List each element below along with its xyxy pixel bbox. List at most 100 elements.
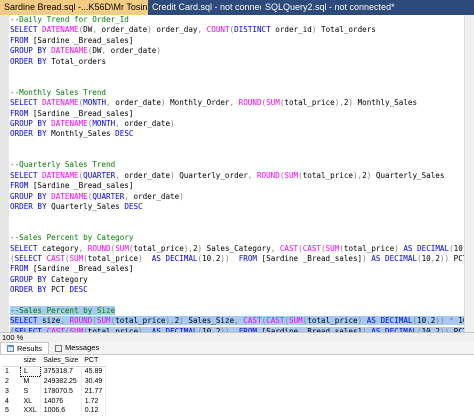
- code-token: SUM: [266, 98, 280, 108]
- code-line[interactable]: --Sales Percent by Category: [10, 233, 474, 243]
- code-token: GROUP BY: [10, 191, 52, 201]
- tab-sardine-bread[interactable]: Sardine Bread.sql -...K56D\Mr Tosin (56)…: [0, 0, 148, 15]
- code-token: 10: [453, 243, 463, 253]
- code-line[interactable]: FROM [Sardine _Bread_sales]: [10, 109, 474, 119]
- code-token: ): [160, 98, 171, 108]
- code-line[interactable]: GROUP BY DATENAME(QUARTER, order_date): [10, 192, 474, 202]
- code-token: ,: [115, 170, 125, 180]
- vertical-scrollbar[interactable]: [464, 15, 474, 332]
- code-line[interactable]: --Daily Trend for Order_Id: [10, 15, 474, 25]
- tab-sqlquery2[interactable]: SQLQuery2.sql - not connected* ⊗: [261, 0, 399, 15]
- column-header[interactable]: Sales_Size: [40, 356, 82, 367]
- code-line[interactable]: GROUP BY DATENAME(DW, order_date): [10, 46, 474, 56]
- size-cell[interactable]: S: [20, 386, 41, 397]
- table-row[interactable]: 2 M 249382.25 30.49: [2, 376, 107, 387]
- table-row[interactable]: 1 L 375318.7 45.89: [2, 365, 107, 378]
- code-token: ROUND: [87, 243, 111, 253]
- code-token: CAST: [279, 243, 299, 253]
- code-token: DW: [83, 25, 93, 35]
- code-token: DATENAME: [42, 170, 79, 180]
- sales-size-cell[interactable]: 178070.5: [40, 386, 82, 397]
- results-grid[interactable]: size Sales_Size PCT 1 L 375318.7 45.89 2…: [2, 356, 107, 416]
- code-line[interactable]: SELECT category, ROUND(SUM(total_price),…: [10, 244, 474, 254]
- code-line[interactable]: --Monthly Sales Trend: [10, 88, 474, 98]
- table-row[interactable]: 3 S 178070.5 21.77: [2, 386, 107, 397]
- code-token: ROUND: [238, 98, 262, 108]
- code-token: [Sardine _Bread_sales]: [261, 253, 363, 263]
- code-token: order_id: [275, 25, 312, 35]
- results-header: size Sales_Size PCT: [2, 356, 106, 367]
- column-header[interactable]: size: [20, 356, 41, 367]
- code-line[interactable]: [10, 140, 474, 150]
- code-token: GROUP BY: [10, 46, 52, 56]
- code-area[interactable]: --Daily Trend for Order_Id SELECT DATENAM…: [10, 15, 474, 332]
- code-token: AS DECIMAL: [151, 253, 198, 263]
- code-line[interactable]: [10, 296, 474, 306]
- tab-label: Results: [17, 343, 43, 353]
- code-line[interactable]: ORDER BY Monthly_Sales DESC: [10, 129, 474, 139]
- code-line[interactable]: [10, 212, 474, 222]
- tab-results[interactable]: Results: [0, 342, 50, 354]
- code-line[interactable]: FROM [Sardine _Bread_sales]: [10, 264, 474, 274]
- code-line[interactable]: SELECT size, ROUND(SUM(total_price),2) S…: [10, 316, 474, 326]
- code-token: --Sales Percent by Size: [10, 305, 116, 315]
- table-row[interactable]: 4 XL 14076 1.72: [2, 396, 107, 406]
- code-token: 10: [421, 253, 431, 263]
- sales-size-cell[interactable]: 1006.6: [40, 405, 82, 416]
- pct-cell[interactable]: 30.49: [81, 376, 107, 387]
- code-token: ),: [352, 170, 363, 180]
- code-line[interactable]: ORDER BY Total_orders: [10, 57, 474, 67]
- code-token: QUARTER: [83, 170, 116, 180]
- pct-cell[interactable]: 45.89: [81, 366, 107, 377]
- code-token: Monthly_Order: [170, 98, 230, 108]
- code-token: Total_orders: [51, 56, 107, 66]
- tab-label: Messages: [65, 343, 100, 352]
- code-line[interactable]: [10, 77, 474, 87]
- code-token: ): [147, 25, 157, 35]
- code-token: AS DECIMAL: [371, 253, 418, 263]
- code-line[interactable]: ORDER BY PCT DESC: [10, 285, 474, 295]
- code-line[interactable]: SELECT DATENAME(DW, order_date) order_da…: [10, 25, 474, 35]
- tab-label: Credit Card.sql - not connected*: [152, 2, 261, 12]
- table-row[interactable]: 5 XXL 1006.6 0.12: [2, 405, 107, 416]
- pct-cell[interactable]: 21.77: [81, 386, 107, 397]
- pct-cell[interactable]: 0.12: [81, 405, 107, 416]
- code-line[interactable]: SELECT DATENAME(QUARTER, order_date) Qua…: [10, 171, 474, 181]
- size-cell[interactable]: XL: [20, 396, 41, 406]
- row-number: 4: [5, 397, 9, 405]
- code-line[interactable]: FROM [Sardine _Bread_sales]: [10, 36, 474, 46]
- code-token: FROM: [10, 108, 33, 118]
- sql-editor[interactable]: --Daily Trend for Order_Id SELECT DATENAM…: [0, 15, 474, 332]
- code-token: order_date: [124, 118, 171, 128]
- tab-credit-card[interactable]: Credit Card.sql - not connected*: [148, 0, 261, 15]
- code-line[interactable]: SELECT DATENAME(MONTH, order_date) Month…: [10, 98, 474, 108]
- sales-size-cell[interactable]: 375318.7: [40, 366, 82, 377]
- code-token: ),: [334, 98, 344, 108]
- size-cell[interactable]: M: [20, 376, 41, 387]
- code-line[interactable]: FROM [Sardine _Bread_sales]: [10, 181, 474, 191]
- size-cell[interactable]: XXL: [20, 405, 41, 416]
- code-line[interactable]: --Quarterly Sales Trend: [10, 160, 474, 170]
- row-number: 2: [5, 378, 9, 386]
- code-line[interactable]: [10, 150, 474, 160]
- code-line[interactable]: (SELECT CAST(SUM(total_price) AS DECIMAL…: [10, 254, 474, 264]
- tab-messages[interactable]: Messages: [49, 342, 105, 354]
- code-token: total_price: [115, 316, 166, 326]
- code-line[interactable]: [10, 67, 474, 77]
- pct-cell[interactable]: 1.72: [81, 396, 107, 406]
- grid-icon: [7, 345, 14, 352]
- code-token: total_price: [87, 253, 139, 263]
- sales-size-cell[interactable]: 14076: [40, 396, 82, 406]
- code-token: Monthly_Sales: [357, 98, 418, 108]
- code-line[interactable]: GROUP BY DATENAME(MONTH, order_date): [10, 119, 474, 129]
- code-line[interactable]: GROUP BY Category: [10, 275, 474, 285]
- code-line[interactable]: ORDER BY Quarterly_Sales DESC: [10, 202, 474, 212]
- sales-size-cell[interactable]: 249382.25: [40, 376, 82, 387]
- row-number: 1: [5, 368, 9, 376]
- code-line[interactable]: [10, 223, 474, 233]
- code-token: MONTH: [83, 98, 107, 108]
- code-line[interactable]: --Sales Percent by Size: [10, 305, 474, 316]
- code-token: ): [348, 98, 358, 108]
- size-cell[interactable]: L: [20, 365, 41, 378]
- column-header[interactable]: PCT: [81, 356, 106, 367]
